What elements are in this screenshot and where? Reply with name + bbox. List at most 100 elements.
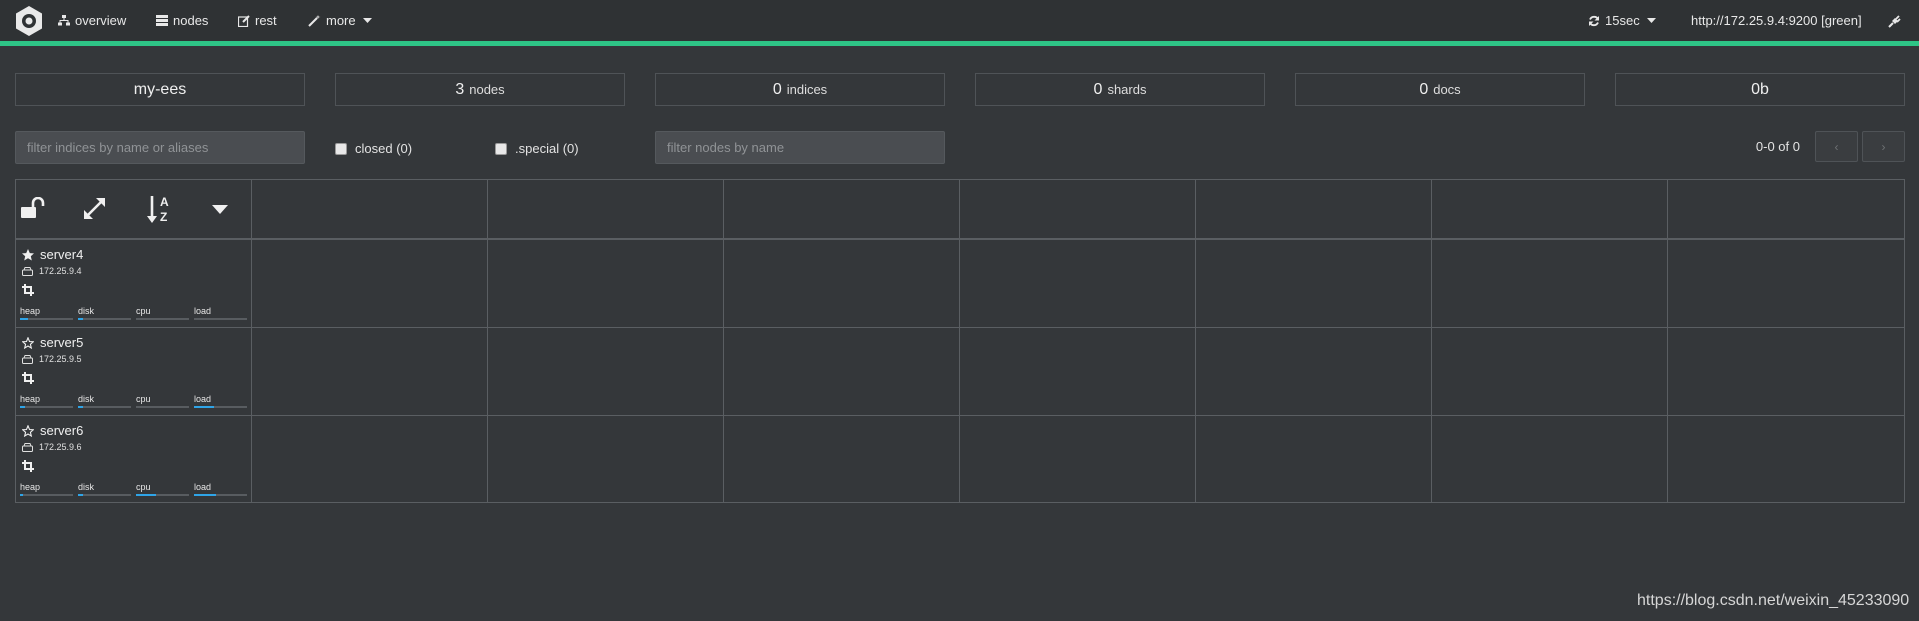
nav-nodes[interactable]: nodes — [156, 0, 208, 41]
top-navbar: overview nodes rest more 15sec http://17… — [0, 0, 1919, 41]
edit-icon — [238, 14, 250, 27]
refresh-icon — [1589, 15, 1599, 26]
shards-count: 0 — [1093, 80, 1103, 98]
crop-icon[interactable] — [22, 460, 34, 472]
metric-label: cpu — [136, 306, 151, 316]
node-ip: 172.25.9.6 — [39, 442, 82, 452]
node-metric-load: load — [194, 306, 247, 320]
sort-alpha-icon[interactable]: A Z — [147, 194, 173, 224]
next-page-button[interactable]: › — [1862, 131, 1905, 162]
closed-checkbox-box[interactable] — [335, 142, 347, 155]
nav-rest-label: rest — [255, 13, 277, 28]
special-checkbox-box[interactable] — [495, 142, 507, 155]
node-name: server5 — [40, 335, 84, 350]
magic-wand-icon — [308, 14, 321, 27]
metric-bar-fill — [78, 318, 84, 320]
crop-icon[interactable] — [22, 372, 34, 384]
metric-bar-fill — [78, 494, 84, 496]
node-row[interactable]: server6 172.25.9.6 heap disk cpu load — [16, 416, 252, 504]
node-ip-row: 172.25.9.6 — [22, 442, 82, 452]
previous-page-button[interactable]: ‹ — [1815, 131, 1858, 162]
closed-checkbox-label: closed (0) — [355, 141, 413, 156]
star-outline-icon — [22, 424, 34, 437]
column-divider — [487, 180, 488, 502]
caret-down-icon[interactable] — [212, 205, 228, 215]
metric-bar-fill — [20, 318, 28, 320]
metric-bar-fill — [194, 406, 215, 408]
cluster-url[interactable]: http://172.25.9.4:9200 [green] — [1691, 0, 1862, 41]
cluster-name-box: my-ees — [15, 73, 305, 106]
metric-bar-fill — [20, 406, 26, 408]
filter-nodes-input[interactable] — [655, 131, 945, 164]
cerebro-logo-icon[interactable] — [14, 5, 44, 37]
metric-label: disk — [78, 482, 95, 492]
star-outline-icon — [22, 336, 34, 349]
node-metric-cpu: cpu — [136, 394, 189, 408]
nav-overview[interactable]: overview — [58, 0, 126, 41]
metric-bar — [78, 318, 131, 320]
special-indices-checkbox[interactable]: .special (0) — [495, 141, 579, 156]
indices-count: 0 — [772, 80, 782, 98]
node-name: server4 — [40, 247, 84, 262]
special-checkbox-label: .special (0) — [515, 141, 579, 156]
shards-count-label: shards — [1107, 82, 1147, 97]
node-ip: 172.25.9.4 — [39, 266, 82, 276]
chevron-left-icon: ‹ — [1834, 139, 1839, 154]
nav-more-dropdown[interactable]: more — [308, 0, 377, 41]
row-divider — [16, 327, 1904, 328]
caret-down-icon — [1646, 17, 1656, 23]
node-name-row[interactable]: server4 — [22, 247, 83, 262]
metric-bar — [20, 494, 73, 496]
column-divider — [959, 180, 960, 502]
refresh-interval-label: 15sec — [1605, 13, 1640, 28]
docs-count-label: docs — [1433, 82, 1461, 97]
header-divider — [16, 238, 1904, 240]
node-ip-row: 172.25.9.4 — [22, 266, 82, 276]
node-ip-row: 172.25.9.5 — [22, 354, 82, 364]
node-metric-cpu: cpu — [136, 306, 189, 320]
nav-rest[interactable]: rest — [238, 0, 277, 41]
node-row[interactable]: server4 172.25.9.4 heap disk cpu load — [16, 240, 252, 328]
node-name: server6 — [40, 423, 84, 438]
row-divider — [16, 415, 1904, 416]
metric-bar — [136, 318, 189, 320]
metric-bar — [194, 494, 247, 496]
nodes-count-label: nodes — [469, 82, 505, 97]
metric-bar-fill — [194, 494, 217, 496]
node-ip: 172.25.9.5 — [39, 354, 82, 364]
node-metric-load: load — [194, 394, 247, 408]
disconnect-button[interactable] — [1888, 0, 1907, 41]
server-icon — [156, 15, 168, 26]
expand-icon[interactable] — [83, 197, 106, 220]
pagination-summary: 0-0 of 0 — [1755, 139, 1800, 154]
metric-bar-fill — [20, 494, 23, 496]
chevron-right-icon: › — [1881, 139, 1886, 154]
metric-bar — [136, 494, 189, 496]
metric-label: load — [194, 306, 212, 316]
metric-label: cpu — [136, 482, 151, 492]
filter-indices-input[interactable] — [15, 131, 305, 164]
crop-icon[interactable] — [22, 284, 34, 296]
watermark-text: https://blog.csdn.net/weixin_45233090 — [1637, 592, 1910, 609]
master-star-icon — [22, 248, 34, 260]
svg-text:Z: Z — [160, 210, 167, 224]
node-name-row[interactable]: server6 — [22, 423, 83, 438]
metric-label: heap — [20, 482, 41, 492]
metric-bar — [194, 406, 247, 408]
sitemap-icon — [58, 15, 70, 26]
node-metric-disk: disk — [78, 482, 131, 496]
node-metric-cpu: cpu — [136, 482, 189, 496]
unlock-icon[interactable] — [21, 197, 45, 219]
docs-count-box: 0 docs — [1295, 73, 1585, 106]
hdd-icon — [22, 266, 33, 276]
refresh-interval-dropdown[interactable]: 15sec — [1588, 0, 1661, 41]
node-row[interactable]: server5 172.25.9.5 heap disk cpu load — [16, 328, 252, 416]
column-divider — [1667, 180, 1668, 502]
metric-label: load — [194, 482, 212, 492]
hdd-icon — [22, 354, 33, 364]
closed-indices-checkbox[interactable]: closed (0) — [335, 141, 412, 156]
nodes-count-box: 3 nodes — [335, 73, 625, 106]
node-name-row[interactable]: server5 — [22, 335, 83, 350]
nav-overview-label: overview — [75, 13, 127, 28]
column-divider — [723, 180, 724, 502]
